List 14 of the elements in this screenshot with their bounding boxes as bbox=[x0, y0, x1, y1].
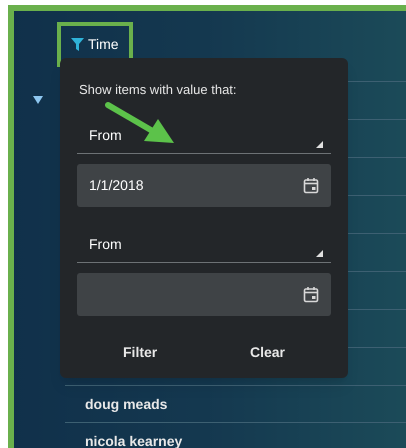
dropdown-corner-icon bbox=[316, 250, 323, 256]
date-field[interactable] bbox=[77, 272, 331, 316]
clear-button[interactable]: Clear bbox=[244, 338, 291, 366]
caret-icon[interactable] bbox=[33, 96, 43, 104]
row-name: doug meads bbox=[85, 394, 168, 414]
column-title: Time bbox=[88, 35, 119, 54]
operator-select[interactable]: From bbox=[77, 226, 331, 262]
filter-icon[interactable] bbox=[71, 38, 84, 51]
filter-prompt: Show items with value that: bbox=[78, 81, 238, 99]
calendar-icon[interactable] bbox=[303, 176, 319, 194]
date-field[interactable]: 1/1/2018 bbox=[77, 164, 331, 206]
calendar-icon[interactable] bbox=[303, 286, 319, 302]
dropdown-corner-icon bbox=[316, 140, 323, 148]
filter-button[interactable]: Filter bbox=[117, 338, 164, 366]
